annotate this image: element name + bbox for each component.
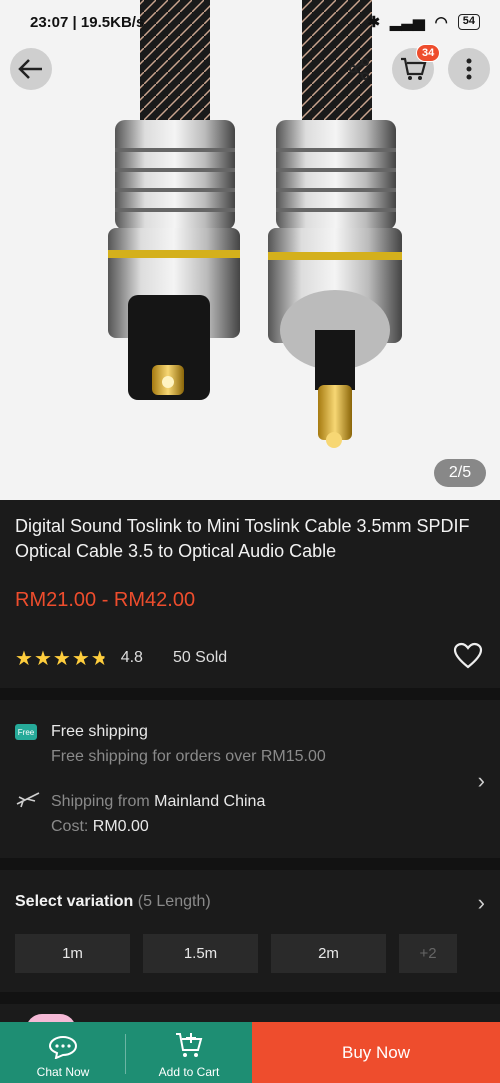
battery-icon: 54 — [457, 14, 480, 30]
product-page: 23:07 | 19.5KB/s ✱ ▂▃▅ ◠ 54 34 2/5 Digit… — [0, 0, 500, 1083]
status-bar: 23:07 | 19.5KB/s ✱ ▂▃▅ ◠ 54 — [0, 0, 500, 44]
chat-now-label: Chat Now — [36, 1065, 90, 1079]
shipping-from-label: Shipping from — [51, 793, 150, 810]
status-speed: 19.5KB/s — [80, 13, 145, 31]
chevron-right-icon: › — [477, 768, 485, 793]
more-options-button[interactable] — [448, 48, 490, 90]
share-icon — [349, 58, 369, 80]
shipping-from-row: Shipping from Mainland China — [51, 793, 265, 811]
bottom-action-bar: Chat Now Add to Cart Buy Now — [0, 1022, 500, 1083]
star-icon: ★ — [71, 647, 90, 670]
wifi-icon: ◠ — [434, 14, 448, 31]
status-time: 23:07 — [30, 13, 69, 31]
chat-now-button[interactable]: Chat Now — [0, 1022, 126, 1083]
share-button[interactable] — [338, 48, 380, 90]
variation-more[interactable]: +2 — [399, 934, 457, 973]
star-half-icon: ★ — [90, 647, 109, 670]
shipping-cost-row: Cost: RM0.00 — [51, 818, 149, 836]
status-icons: ✱ ▂▃▅ ◠ 54 — [367, 13, 480, 31]
variation-title: Select variation — [15, 893, 134, 910]
chevron-right-icon[interactable]: › — [478, 890, 485, 916]
add-to-cart-label: Add to Cart — [158, 1065, 220, 1079]
section-divider — [0, 858, 500, 870]
rating-row[interactable]: ★ ★ ★ ★ ★ 4.8 50 Sold — [15, 642, 485, 674]
image-counter: 2/5 — [434, 459, 486, 487]
product-price: RM21.00 - RM42.00 — [15, 589, 196, 611]
variation-option-2m[interactable]: 2m — [271, 934, 386, 973]
signal-icon: ▂▃▅ — [390, 14, 425, 31]
like-button[interactable] — [453, 642, 483, 674]
variation-option-1m[interactable]: 1m — [15, 934, 130, 973]
truck-icon: Free — [15, 724, 37, 740]
section-divider — [0, 688, 500, 700]
cart-button[interactable]: 34 — [392, 44, 441, 90]
rating-value: 4.8 — [120, 649, 143, 666]
variation-count: (5 Length) — [137, 893, 211, 910]
free-shipping-desc: Free shipping for orders over RM15.00 — [51, 748, 326, 765]
bluetooth-icon: ✱ — [367, 14, 381, 31]
star-icon: ★ — [33, 647, 52, 670]
rating-stars: ★ ★ ★ ★ ★ — [15, 646, 109, 671]
star-icon: ★ — [15, 647, 33, 670]
free-shipping-row: Free — [15, 720, 37, 740]
add-to-cart-button[interactable]: Add to Cart — [126, 1022, 252, 1083]
variation-options: 1m 1.5m 2m +2 — [15, 934, 457, 973]
cart-count-badge: 34 — [416, 44, 441, 62]
variation-header[interactable]: Select variation (5 Length) — [15, 893, 211, 911]
back-button[interactable] — [10, 48, 52, 90]
shipping-cost-value: RM0.00 — [92, 818, 149, 835]
product-title: Digital Sound Toslink to Mini Toslink Ca… — [15, 516, 470, 561]
more-vertical-icon — [466, 58, 472, 80]
status-separator: | — [68, 13, 81, 31]
chat-icon — [48, 1035, 78, 1059]
buy-now-button[interactable]: Buy Now — [252, 1022, 500, 1083]
bottom-divider — [125, 1034, 126, 1074]
back-arrow-icon — [18, 59, 42, 79]
free-shipping-title: Free shipping — [51, 723, 148, 740]
star-icon: ★ — [52, 647, 71, 670]
sold-count: 50 Sold — [172, 649, 228, 666]
variation-option-1-5m[interactable]: 1.5m — [143, 934, 258, 973]
shipping-cost-label: Cost: — [51, 818, 89, 835]
plane-icon — [16, 792, 40, 808]
add-to-cart-icon — [176, 1033, 203, 1057]
section-divider — [0, 992, 500, 1004]
shipping-from-value: Mainland China — [154, 793, 266, 810]
heart-icon — [453, 642, 483, 669]
